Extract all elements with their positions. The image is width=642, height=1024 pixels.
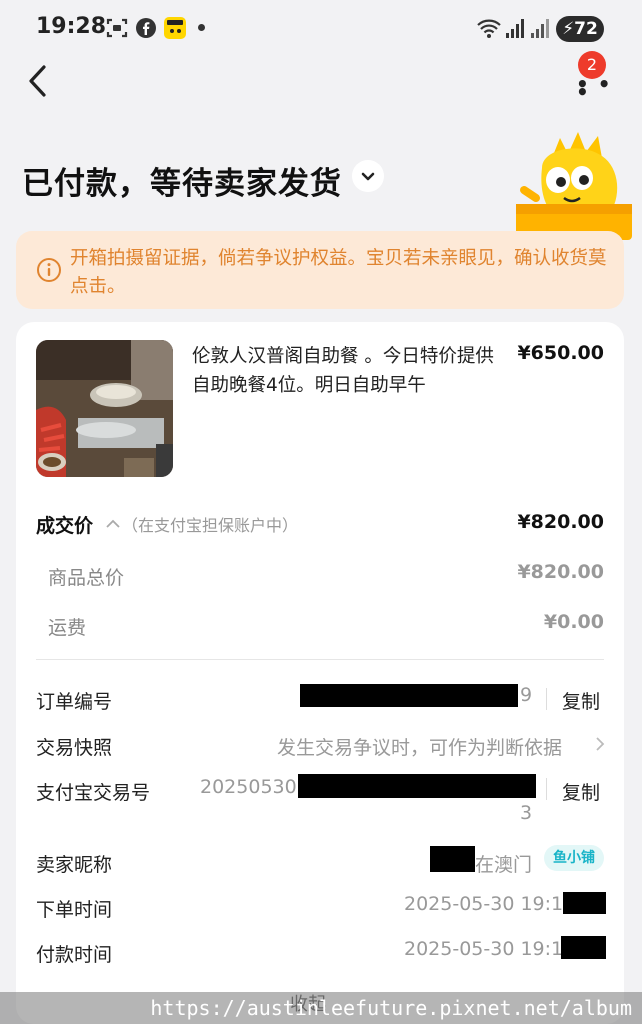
info-icon [37, 258, 61, 282]
order-time-label: 下单时间 [36, 899, 113, 921]
chevron-up-icon[interactable] [104, 516, 122, 530]
battery-level: 72 [574, 19, 598, 39]
shipping-value: ¥0.00 [543, 611, 604, 633]
snapshot-label[interactable]: 交易快照 [36, 733, 112, 760]
notification-dot [198, 24, 205, 31]
escrow-hint: （在支付宝担保账户中） [122, 516, 299, 535]
shop-badge: 鱼小铺 [544, 845, 604, 871]
goods-total-value: ¥820.00 [517, 561, 604, 583]
warning-text: 开箱拍摄留证据，倘若争议护权益。宝贝若未亲眼见，确认收货莫点击。 [70, 248, 607, 297]
product-image[interactable] [36, 340, 173, 477]
pay-time-value: 2025-05-30 19:1 [404, 938, 564, 960]
warning-banner: 开箱拍摄留证据，倘若争议护权益。宝贝若未亲眼见，确认收货莫点击。 [16, 231, 624, 309]
watermark: https://austinleefuture.pixnet.net/album [0, 992, 642, 1024]
redacted-block [563, 892, 606, 914]
product-title[interactable]: 伦敦人汉普阁自助餐 。今日特价提供自助晚餐4位。明日自助早午 [192, 342, 510, 400]
back-button[interactable] [22, 62, 54, 100]
goods-total-label: 商品总价 [48, 567, 125, 589]
alipay-trade-prefix: 20250530 [200, 776, 297, 798]
order-card: 伦敦人汉普阁自助餐 。今日特价提供自助晚餐4位。明日自助早午 ¥650.00 成… [16, 322, 624, 1024]
chevron-right-icon[interactable] [594, 735, 606, 753]
battery-indicator: ⚡72 [556, 16, 604, 42]
alipay-trade-tail: 3 [520, 802, 533, 824]
redacted-block [298, 774, 536, 798]
order-time-value: 2025-05-30 19:1 [404, 893, 564, 915]
separator [546, 688, 547, 710]
alipay-trade-label: 支付宝交易号 [36, 782, 151, 804]
order-number-tail: 9 [520, 684, 533, 706]
seller-nickname-label: 卖家昵称 [36, 854, 113, 876]
status-time: 19:28 [36, 14, 107, 39]
more-icon: • • • [576, 72, 612, 104]
pay-time-label: 付款时间 [36, 944, 113, 966]
mascot-illustration [516, 132, 632, 240]
signal-icon [506, 19, 524, 38]
deal-price-label[interactable]: 成交价 [36, 511, 93, 538]
redacted-block [300, 684, 518, 707]
copy-alipay-number-button[interactable]: 复制 [562, 778, 600, 805]
app-icon [164, 17, 186, 39]
divider [36, 659, 604, 660]
copy-order-number-button[interactable]: 复制 [562, 687, 600, 714]
order-number-label: 订单编号 [36, 691, 113, 713]
wifi-icon [477, 19, 501, 38]
screenshot-icon [106, 18, 128, 38]
facebook-icon [136, 18, 156, 38]
signal-icon [531, 19, 549, 38]
battery-charging-icon: ⚡ [562, 19, 575, 39]
seller-nickname-value[interactable]: 在澳门 [475, 850, 532, 877]
status-expand-button[interactable] [352, 160, 384, 192]
notification-badge: 2 [578, 51, 606, 79]
page-title: 已付款，等待卖家发货 [22, 166, 342, 202]
product-price: ¥650.00 [517, 342, 604, 364]
redacted-block [561, 936, 606, 959]
snapshot-value[interactable]: 发生交易争议时，可作为判断依据 [277, 733, 562, 760]
separator [546, 778, 547, 800]
deal-price-value: ¥820.00 [517, 511, 604, 533]
shipping-label: 运费 [48, 617, 87, 639]
status-bar: 19:28 ⚡72 [0, 0, 642, 58]
redacted-block [430, 846, 475, 872]
